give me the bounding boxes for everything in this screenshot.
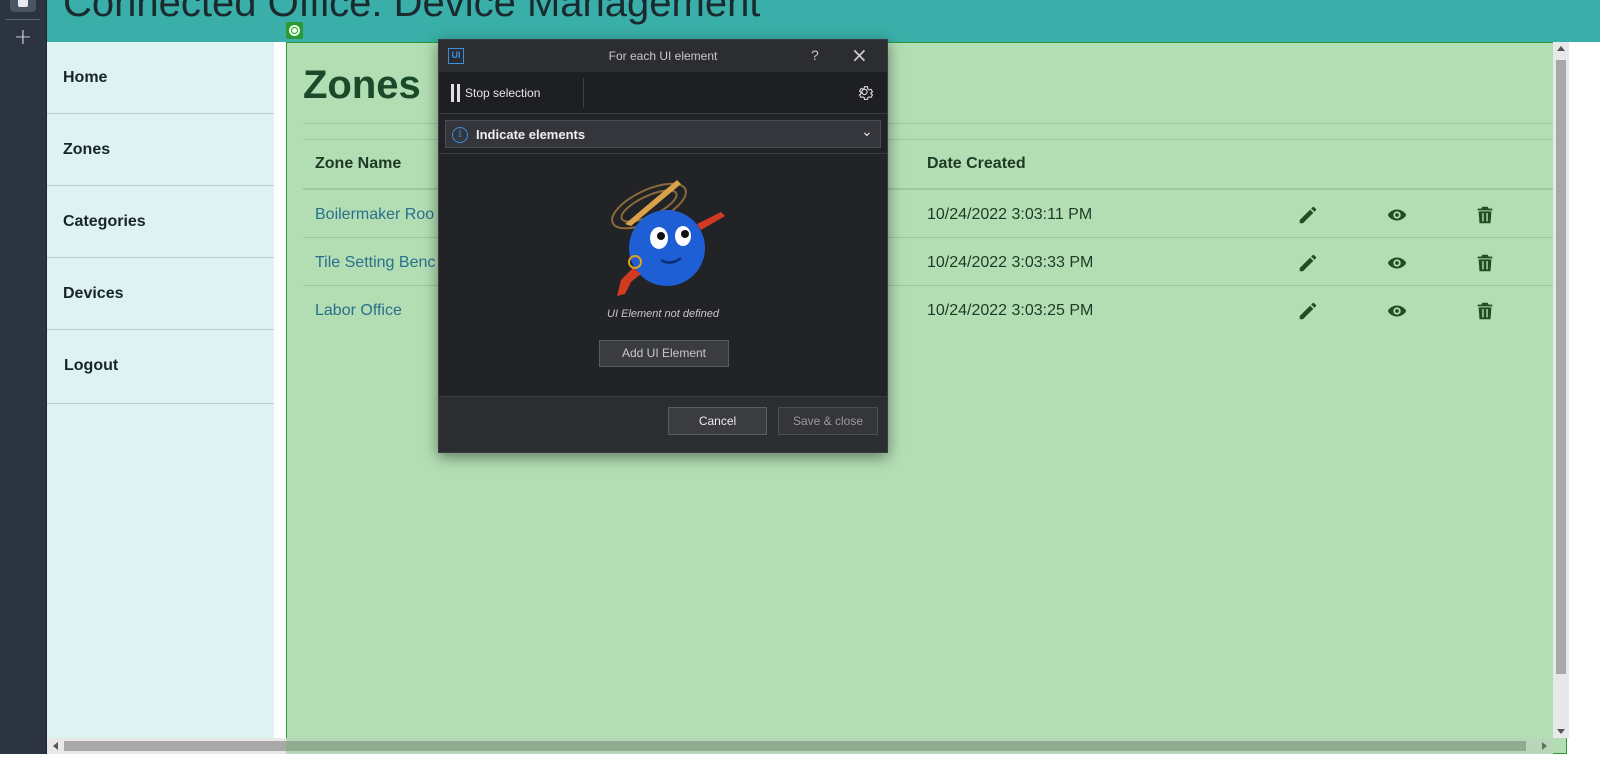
content-gutter — [274, 42, 286, 754]
help-icon[interactable]: ? — [811, 47, 819, 63]
sidebar-item-home[interactable]: Home — [47, 42, 274, 114]
trash-icon[interactable] — [1474, 300, 1496, 322]
trash-icon[interactable] — [1474, 204, 1496, 226]
vertical-scrollbar[interactable] — [1553, 42, 1569, 738]
scroll-down-icon[interactable] — [1557, 729, 1565, 734]
eye-icon[interactable] — [1386, 204, 1408, 226]
pencil-icon[interactable] — [1297, 252, 1319, 274]
highlight-overlay-strip — [286, 738, 1553, 754]
indicate-elements-dropdown[interactable]: i Indicate elements ⌄ — [445, 120, 881, 148]
date-created-cell: 10/24/2022 3:03:25 PM — [927, 302, 1094, 319]
toolbar-separator — [583, 78, 584, 108]
floppy-disk-icon[interactable] — [10, 0, 36, 12]
vertical-scroll-thumb[interactable] — [1556, 60, 1566, 674]
add-ui-element-button[interactable]: Add UI Element — [599, 340, 729, 367]
rail-divider — [6, 19, 40, 20]
stop-selection-button[interactable]: Stop selection — [465, 86, 540, 100]
sidebar-item-logout[interactable]: Logout — [47, 330, 274, 404]
page-title: Zones — [303, 63, 421, 107]
sidebar-item-zones[interactable]: Zones — [47, 114, 274, 186]
pause-icon[interactable] — [451, 84, 460, 102]
trash-icon[interactable] — [1474, 252, 1496, 274]
column-header-date-created[interactable]: Date Created — [927, 155, 1026, 173]
app-header: Connected Office: Device Management — [47, 0, 1600, 42]
zone-name-link[interactable]: Labor Office — [315, 302, 402, 320]
plus-icon[interactable]: + — [12, 27, 34, 49]
app-rail: + — [0, 0, 47, 769]
sidebar-item-devices[interactable]: Devices — [47, 258, 274, 330]
column-header-zone-name[interactable]: Zone Name — [315, 155, 401, 173]
for-each-ui-element-dialog: UI For each UI element ? × Stop selectio… — [438, 39, 888, 453]
info-icon: i — [452, 127, 468, 143]
date-created-cell: 10/24/2022 3:03:11 PM — [927, 206, 1093, 223]
dialog-footer: Cancel Save & close — [439, 396, 887, 452]
header-title: Connected Office: Device Management — [63, 0, 761, 25]
sidebar-item-categories[interactable]: Categories — [47, 186, 274, 258]
close-icon[interactable]: × — [851, 43, 868, 67]
dialog-titlebar[interactable]: UI For each UI element ? × — [439, 40, 887, 72]
window-bottom-edge — [0, 754, 1600, 769]
date-created-cell: 10/24/2022 3:03:33 PM — [927, 254, 1094, 271]
save-and-close-button[interactable]: Save & close — [778, 407, 878, 435]
dropdown-selected-value: Indicate elements — [476, 127, 586, 142]
dialog-title: For each UI element — [608, 49, 718, 63]
pencil-icon[interactable] — [1297, 300, 1319, 322]
robot-mascot-illustration — [599, 176, 731, 300]
cancel-button[interactable]: Cancel — [668, 407, 767, 435]
zone-name-link[interactable]: Boilermaker Roo — [315, 206, 434, 224]
scroll-up-icon[interactable] — [1557, 46, 1565, 51]
sidebar: Home Zones Categories Devices Logout — [47, 42, 274, 754]
zone-name-link[interactable]: Tile Setting Benc — [315, 254, 435, 272]
dialog-divider — [439, 153, 887, 154]
eye-icon[interactable] — [1386, 300, 1408, 322]
dialog-toolbar: Stop selection — [439, 72, 887, 114]
chevron-down-icon[interactable]: ⌄ — [861, 124, 873, 140]
gear-icon[interactable] — [857, 84, 875, 102]
scroll-left-icon[interactable] — [53, 742, 58, 750]
empty-state-message: UI Element not defined — [607, 308, 719, 320]
eye-icon[interactable] — [1386, 252, 1408, 274]
target-icon — [286, 22, 303, 39]
pencil-icon[interactable] — [1297, 204, 1319, 226]
